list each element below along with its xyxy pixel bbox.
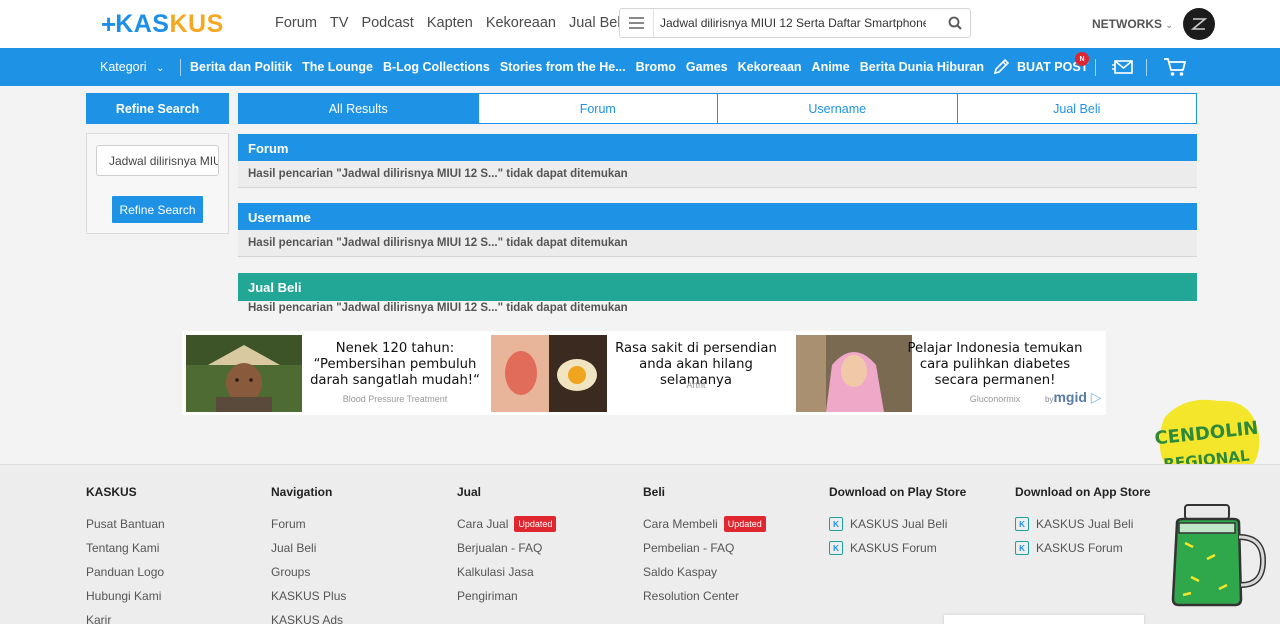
cat-blog-collections[interactable]: B-Log Collections: [383, 60, 490, 74]
divider: [1095, 59, 1096, 76]
kaskus-app-icon: K: [1015, 517, 1029, 531]
footer-col-play-store: Download on Play Store K KASKUS Jual Beli…: [829, 485, 966, 560]
footer-link[interactable]: Cara Jual Updated: [457, 512, 557, 536]
divider: [180, 59, 181, 76]
cart-icon[interactable]: [1163, 57, 1187, 82]
cat-stories[interactable]: Stories from the He...: [500, 60, 626, 74]
cat-berita-politik[interactable]: Berita dan Politik: [190, 60, 292, 74]
avatar[interactable]: [1183, 8, 1215, 40]
footer-link[interactable]: K KASKUS Forum: [1015, 536, 1151, 560]
footer-link[interactable]: Hubungi Kami: [86, 584, 165, 608]
buat-post-button[interactable]: BUAT POST: [993, 58, 1088, 75]
cat-berita-hiburan[interactable]: Berita Dunia Hiburan: [860, 60, 984, 74]
tab-all-results[interactable]: All Results: [238, 93, 479, 124]
category-bar: Kategori ⌄ Berita dan Politik The Lounge…: [0, 48, 1280, 86]
footer-link[interactable]: Berjualan - FAQ: [457, 536, 556, 560]
divider: [1146, 59, 1147, 76]
nav-forum[interactable]: Forum: [275, 15, 317, 31]
cat-the-lounge[interactable]: The Lounge: [302, 60, 373, 74]
section-forum-message: Hasil pencarian "Jadwal dilirisnya MIUI …: [238, 161, 1197, 188]
kategori-dropdown[interactable]: Kategori ⌄: [100, 60, 164, 74]
footer-link[interactable]: Kalkulasi Jasa: [457, 560, 556, 584]
category-links: Berita dan Politik The Lounge B-Log Coll…: [190, 60, 994, 74]
footer-link[interactable]: Pusat Bantuan: [86, 512, 165, 536]
cat-bromo[interactable]: Bromo: [636, 60, 676, 74]
floating-widget[interactable]: [944, 615, 1144, 624]
footer-link[interactable]: Tentang Kami: [86, 536, 165, 560]
footer-link[interactable]: KASKUS Plus: [271, 584, 346, 608]
refine-search-panel: Refine Search: [86, 133, 229, 234]
footer-link[interactable]: Pengiriman: [457, 584, 556, 608]
chevron-down-icon: ⌄: [156, 63, 165, 74]
top-header: + KASKUS Forum TV Podcast Kapten Kekorea…: [0, 0, 1280, 48]
tab-jual-beli[interactable]: Jual Beli: [956, 93, 1197, 124]
result-tabs: All Results Forum Username Jual Beli: [238, 93, 1197, 124]
footer: KASKUS Pusat Bantuan Tentang Kami Pandua…: [0, 464, 1280, 624]
nav-kekoreaan[interactable]: Kekoreaan: [486, 15, 556, 31]
nav-tv[interactable]: TV: [330, 15, 349, 31]
refine-search-button[interactable]: Refine Search: [112, 196, 203, 223]
footer-col-beli: Beli Cara Membeli Updated Pembelian - FAQ…: [643, 485, 766, 608]
footer-link[interactable]: Karir: [86, 608, 165, 624]
tab-forum[interactable]: Forum: [477, 93, 718, 124]
refine-search-input[interactable]: [96, 145, 219, 176]
footer-col-jual: Jual Cara Jual Updated Berjualan - FAQ Ka…: [457, 485, 557, 608]
nav-jual-beli[interactable]: Jual Beli: [569, 15, 624, 31]
kaskus-logo[interactable]: + KASKUS: [101, 11, 224, 37]
footer-link[interactable]: Pembelian - FAQ: [643, 536, 766, 560]
search-bar: [619, 8, 971, 38]
refine-search-title: Refine Search: [86, 93, 229, 124]
footer-col-navigation: Navigation Forum Jual Beli Groups KASKUS…: [271, 485, 346, 624]
footer-link[interactable]: K KASKUS Forum: [829, 536, 966, 560]
top-nav: Forum TV Podcast Kapten Kekoreaan Jual B…: [275, 15, 637, 31]
nav-kapten[interactable]: Kapten: [427, 15, 473, 31]
footer-link[interactable]: K KASKUS Jual Beli: [1015, 512, 1151, 536]
mgid-logo[interactable]: bymgid ▷: [1045, 389, 1102, 406]
footer-link[interactable]: Cara Membeli Updated: [643, 512, 766, 536]
section-username-message: Hasil pencarian "Jadwal dilirisnya MIUI …: [238, 230, 1197, 257]
footer-link[interactable]: Panduan Logo: [86, 560, 165, 584]
pencil-icon: [993, 58, 1010, 75]
footer-link[interactable]: Jual Beli: [271, 536, 346, 560]
search-input[interactable]: [654, 16, 926, 30]
section-forum-title: Forum: [238, 134, 1197, 162]
kaskus-app-icon: K: [829, 517, 843, 531]
notification-badge: N: [1075, 52, 1089, 66]
cat-games[interactable]: Games: [686, 60, 728, 74]
kaskus-app-icon: K: [829, 541, 843, 555]
hamburger-menu-icon[interactable]: [620, 9, 654, 37]
kaskus-app-icon: K: [1015, 541, 1029, 555]
section-jual-beli-message: Hasil pencarian "Jadwal dilirisnya MIUI …: [248, 302, 628, 314]
footer-link[interactable]: Saldo Kaspay: [643, 560, 766, 584]
footer-link[interactable]: K KASKUS Jual Beli: [829, 512, 966, 536]
footer-link[interactable]: Resolution Center: [643, 584, 766, 608]
footer-link[interactable]: Groups: [271, 560, 346, 584]
search-icon[interactable]: [948, 16, 962, 35]
ad-image-elderly-woman: [186, 335, 302, 412]
updated-badge: Updated: [723, 516, 766, 532]
footer-col-kaskus: KASKUS Pusat Bantuan Tentang Kami Pandua…: [86, 485, 165, 624]
cat-anime[interactable]: Anime: [812, 60, 850, 74]
nav-podcast[interactable]: Podcast: [361, 15, 413, 31]
updated-badge: Updated: [514, 516, 557, 532]
mail-icon[interactable]: [1112, 60, 1133, 79]
cat-kekoreaan[interactable]: Kekoreaan: [738, 60, 802, 74]
ad-image-hijab-woman: [796, 335, 912, 412]
ad-banner: Nenek 120 tahun: “Pembersihan pembuluh d…: [182, 331, 1106, 415]
tab-username[interactable]: Username: [717, 93, 958, 124]
cendol-jar-illustration[interactable]: [1163, 503, 1273, 607]
section-username-title: Username: [238, 203, 1197, 231]
ad-image-knee-eggs: [491, 335, 607, 412]
footer-link[interactable]: Forum: [271, 512, 346, 536]
footer-link[interactable]: KASKUS Ads: [271, 608, 346, 624]
chevron-down-icon: ⌄: [1165, 20, 1173, 30]
play-triangle-icon: ▷: [1090, 389, 1102, 405]
footer-col-app-store: Download on App Store K KASKUS Jual Beli …: [1015, 485, 1151, 560]
networks-dropdown[interactable]: NETWORKS ⌄: [1092, 17, 1173, 31]
